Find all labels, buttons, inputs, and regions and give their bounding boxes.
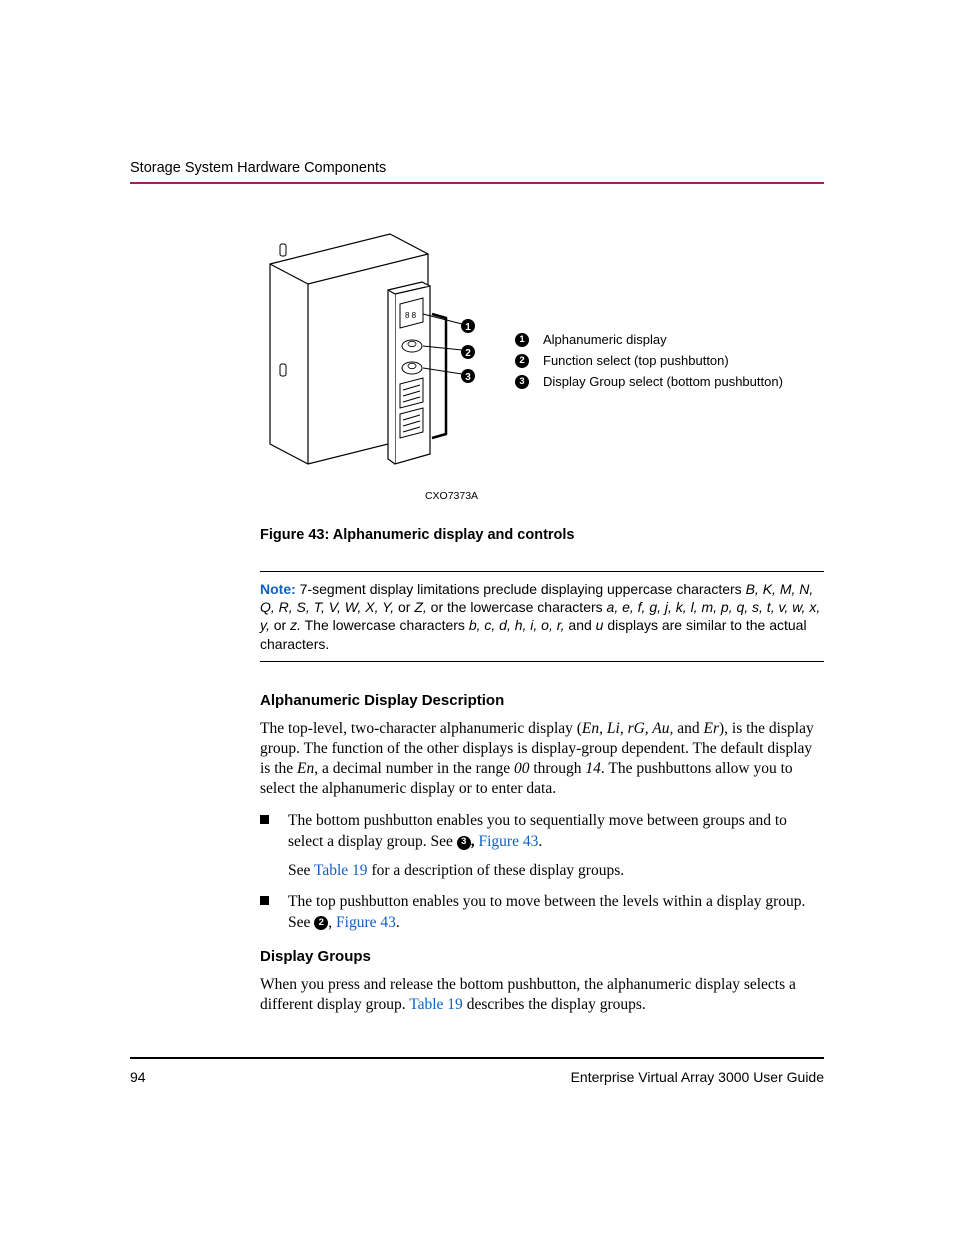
note-text: 7-segment display limitations preclude d… [296,581,746,597]
hardware-diagram: 8 8 1 [260,224,485,502]
inline-circ-3: 3 [457,836,471,850]
svg-text:8 8: 8 8 [405,311,417,320]
page-number: 94 [130,1069,146,1085]
callout-3: 3 Display Group select (bottom pushbutto… [515,374,783,389]
page-footer: 94 Enterprise Virtual Array 3000 User Gu… [130,1057,824,1085]
note-box: Note: 7-segment display limitations prec… [260,571,824,662]
list-item: The bottom pushbutton enables you to seq… [260,811,824,882]
svg-text:3: 3 [465,372,471,383]
callout-2: 2 Function select (top pushbutton) [515,353,783,368]
callout-text-1: Alphanumeric display [543,332,667,347]
link-figure43[interactable]: Figure 43 [478,833,538,850]
sub-line: See Table 19 for a description of these … [288,861,824,882]
svg-text:2: 2 [465,348,471,359]
controller-illustration: 8 8 1 [260,224,485,484]
para-alpha-desc: The top-level, two-character alphanumeri… [130,719,824,800]
link-table19-b[interactable]: Table 19 [409,996,463,1013]
figure-43: 8 8 1 [260,224,824,502]
running-header: Storage System Hardware Components [130,160,824,176]
bullet-icon [260,815,269,824]
sub-alpha-desc: Alphanumeric Display Description [130,692,824,709]
svg-text:1: 1 [465,322,471,333]
note-label: Note: [260,581,296,597]
link-figure43-b[interactable]: Figure 43 [336,914,396,931]
list-item: The top pushbutton enables you to move b… [260,892,824,934]
callout-text-3: Display Group select (bottom pushbutton) [543,374,783,389]
sub-display-groups: Display Groups [130,948,824,965]
para-display-groups: When you press and release the bottom pu… [130,975,824,1015]
callout-num-1: 1 [515,333,529,347]
callout-text-2: Function select (top pushbutton) [543,353,729,368]
link-table19[interactable]: Table 19 [314,862,368,879]
figure-caption: Figure 43: Alphanumeric display and cont… [130,527,824,543]
inline-circ-2: 2 [314,916,328,930]
doc-title: Enterprise Virtual Array 3000 User Guide [571,1069,824,1085]
callout-legend: 1 Alphanumeric display 2 Function select… [515,224,783,502]
header-rule [130,182,824,184]
bullet-icon [260,896,269,905]
bullet-list: The bottom pushbutton enables you to seq… [130,811,824,934]
callout-1: 1 Alphanumeric display [515,332,783,347]
callout-num-3: 3 [515,375,529,389]
diagram-code: CXO7373A [260,490,485,502]
callout-num-2: 2 [515,354,529,368]
